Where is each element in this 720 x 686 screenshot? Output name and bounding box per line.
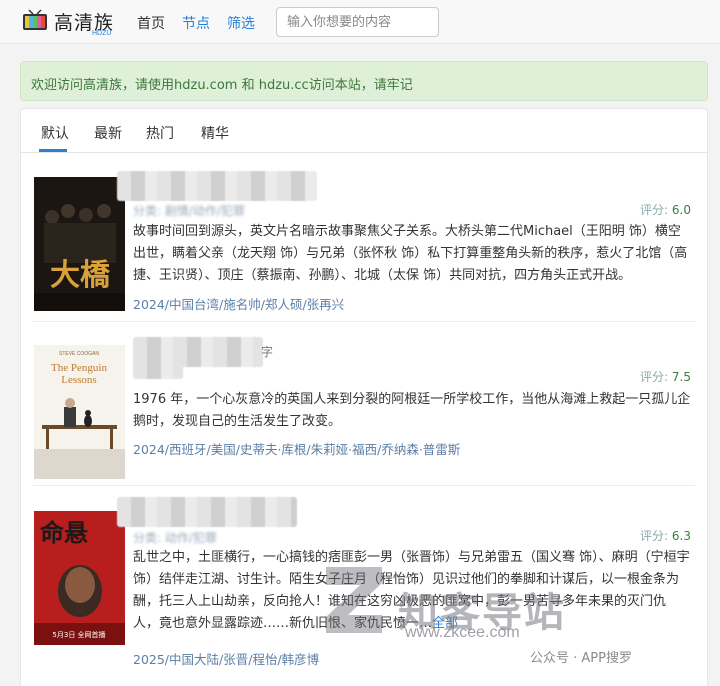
movie-tags[interactable]: 2025/中国大陆/张晋/程怡/韩彦博 <box>133 649 319 668</box>
notice-banner: 欢迎访问高清族，请使用hdzu.com 和 hdzu.cc访问本站，请牢记 <box>20 61 708 101</box>
poster-art-icon: 命悬 5月3日 全网首播 <box>34 511 125 645</box>
tab-popular[interactable]: 热门 <box>146 123 174 143</box>
poster-badge-text: 5月3日 全网首播 <box>52 630 105 639</box>
poster-art-icon: STEVE COOGAN The Penguin Lessons <box>34 345 125 479</box>
svg-text:命悬: 命悬 <box>40 518 88 547</box>
rating-badge: 评分: 6.3 <box>640 527 691 544</box>
svg-text:The Penguin: The Penguin <box>51 362 107 374</box>
title-suffix: 字 <box>261 345 274 359</box>
rating-badge: 评分: 7.5 <box>640 368 691 385</box>
blurred-title <box>117 171 317 201</box>
rating-value: 6.3 <box>671 529 691 543</box>
movie-poster[interactable]: 大橋 <box>34 177 125 311</box>
item-divider <box>33 485 695 486</box>
rating-label: 评分: <box>640 529 669 543</box>
watermark-wechat: 公众号 · APP搜罗 <box>530 651 632 666</box>
search-input[interactable] <box>276 7 439 37</box>
blurred-meta <box>133 363 183 379</box>
item-divider <box>33 321 695 322</box>
rating-label: 评分: <box>640 203 669 217</box>
watermark-logo-icon <box>326 567 382 633</box>
svg-text:Lessons: Lessons <box>61 374 96 386</box>
active-tab-indicator <box>39 149 67 152</box>
tab-featured[interactable]: 精华 <box>201 123 229 143</box>
category-meta: 分类: 剧情/动作/犯罪 <box>133 204 245 218</box>
movie-poster[interactable]: 命悬 5月3日 全网首播 <box>34 511 125 645</box>
movie-poster[interactable]: STEVE COOGAN The Penguin Lessons <box>34 345 125 479</box>
poster-art-icon: 大橋 <box>34 177 125 311</box>
rating-badge: 评分: 6.0 <box>640 201 691 218</box>
tv-logo-icon <box>23 9 47 30</box>
movie-tags[interactable]: 2024/中国台湾/施名帅/郑人硕/张再兴 <box>133 294 344 313</box>
rating-value: 6.0 <box>671 203 691 217</box>
movie-tags[interactable]: 2024/西班牙/美国/史蒂夫·库根/朱莉娅·福西/乔纳森·普雷斯 <box>133 439 460 458</box>
tab-default[interactable]: 默认 <box>41 123 69 143</box>
logo-subtext: HDZU <box>92 30 112 37</box>
watermark-url: www.zkcee.com <box>405 624 520 641</box>
rating-value: 7.5 <box>671 370 691 384</box>
list-item: STEVE COOGAN The Penguin Lessons 字 评分: 7… <box>21 333 707 479</box>
category-meta: 分类: 动作/犯罪 <box>133 531 217 545</box>
svg-text:大橋: 大橋 <box>50 258 111 293</box>
nav-filter[interactable]: 筛选 <box>227 13 255 33</box>
list-item: 大橋 分类: 剧情/动作/犯罪 评分: 6.0 故事时间回到源头，英文片名暗示故… <box>21 167 707 317</box>
top-navbar: 高清族 HDZU 首页 节点 筛选 <box>0 0 720 44</box>
tab-latest[interactable]: 最新 <box>94 123 122 143</box>
rating-label: 评分: <box>640 370 669 384</box>
sort-tabs: 默认 最新 热门 精华 <box>21 109 707 153</box>
movie-description: 故事时间回到源头，英文片名暗示故事聚焦父子关系。大桥头第二代Michael（王阳… <box>133 224 688 283</box>
nav-nodes[interactable]: 节点 <box>182 13 210 33</box>
movie-description: 1976 年，一个心灰意冷的英国人来到分裂的阿根廷一所学校工作，当他从海滩上救起… <box>133 392 691 429</box>
blurred-title <box>117 497 297 527</box>
site-logo[interactable]: 高清族 HDZU <box>22 7 122 39</box>
poster-top-text: STEVE COOGAN <box>59 351 99 357</box>
nav-home[interactable]: 首页 <box>137 13 165 33</box>
